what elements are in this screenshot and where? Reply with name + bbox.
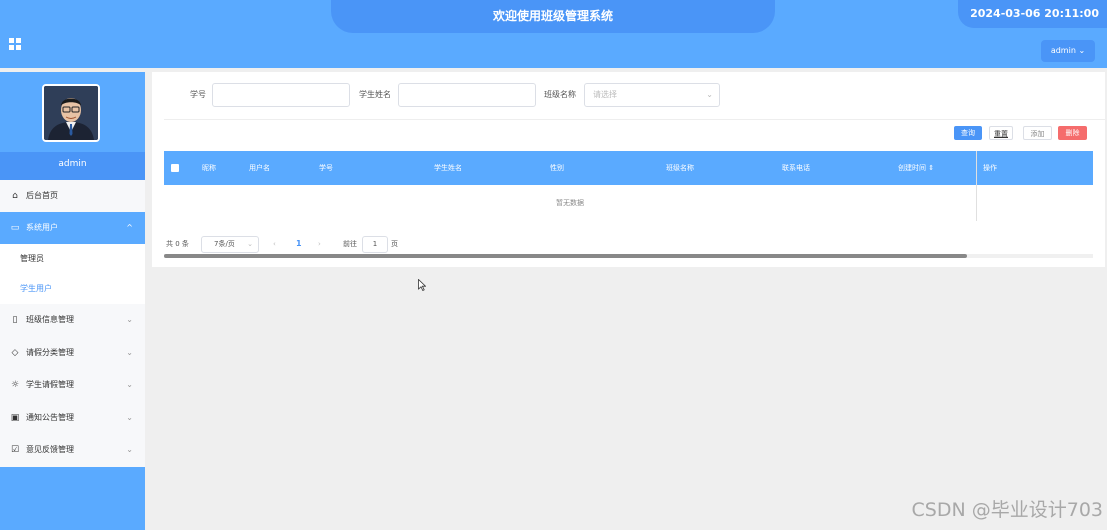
pagination: 共 0 条 7条/页 ⌄ ‹ 1 › 前往 1 页 bbox=[166, 234, 566, 254]
sidebar-item-label: 后台首页 bbox=[26, 191, 58, 200]
sidebar: admin ⌂ 后台首页 ▭ 系统用户 ^ 管理员 学生用户 ▯ 班级信息管理 … bbox=[0, 72, 145, 530]
sidebar-item-leave-category[interactable]: ◇ 请假分类管理 ⌄ bbox=[0, 337, 145, 370]
column-student-name[interactable]: 学生姓名 bbox=[434, 151, 462, 185]
content-card: 学号 学生姓名 班级名称 请选择 ⌄ 查询 重置 添加 删除 昵称 用户名 学号… bbox=[152, 72, 1105, 267]
home-icon: ⌂ bbox=[12, 191, 18, 201]
chevron-down-icon: ⌄ bbox=[126, 412, 133, 422]
sidebar-username: admin bbox=[0, 152, 145, 180]
class-name-label: 班级名称 bbox=[544, 90, 576, 99]
sun-icon: ☼ bbox=[10, 380, 20, 390]
delete-button[interactable]: 删除 bbox=[1058, 126, 1087, 140]
class-select-placeholder: 请选择 bbox=[593, 90, 617, 99]
chevron-down-icon: ⌄ bbox=[126, 380, 133, 389]
student-no-label: 学号 bbox=[190, 90, 206, 99]
prev-page-icon[interactable]: ‹ bbox=[273, 234, 276, 254]
chevron-down-icon: ⌄ bbox=[1075, 46, 1086, 55]
column-created-time-label: 创建时间 bbox=[898, 164, 926, 172]
column-operation-label: 操作 bbox=[983, 164, 997, 172]
reset-button[interactable]: 重置 bbox=[989, 126, 1013, 140]
table-header: 昵称 用户名 学号 学生姓名 性别 班级名称 联系电话 创建时间 ⇕ 操作 bbox=[164, 151, 1093, 185]
sidebar-item-notices[interactable]: ▣ 通知公告管理 ⌄ bbox=[0, 402, 145, 435]
sort-icon[interactable]: ⇕ bbox=[926, 164, 934, 172]
next-page-icon[interactable]: › bbox=[318, 234, 321, 254]
chevron-down-icon: ⌄ bbox=[126, 315, 133, 324]
top-header: 欢迎使用班级管理系统 2024-03-06 20:11:00 admin ⌄ bbox=[0, 0, 1107, 68]
tag-icon: ◇ bbox=[11, 347, 19, 358]
page-size-select[interactable]: 7条/页 ⌄ bbox=[201, 236, 259, 253]
student-name-label: 学生姓名 bbox=[359, 90, 391, 99]
goto-page-input[interactable]: 1 bbox=[362, 236, 388, 253]
column-created-time[interactable]: 创建时间 ⇕ bbox=[898, 151, 934, 185]
add-button[interactable]: 添加 bbox=[1023, 126, 1052, 140]
chevron-down-icon: ⌄ bbox=[126, 445, 133, 454]
empty-state-text: 暂无数据 bbox=[556, 199, 584, 207]
chevron-up-icon: ^ bbox=[126, 223, 133, 232]
mouse-cursor-icon bbox=[418, 279, 426, 291]
monitor-icon: ▭ bbox=[10, 223, 20, 233]
horizontal-scrollbar[interactable] bbox=[164, 254, 967, 258]
sidebar-menu: ⌂ 后台首页 ▭ 系统用户 ^ 管理员 学生用户 ▯ 班级信息管理 ⌄ ◇ 请假… bbox=[0, 180, 145, 467]
select-all-checkbox[interactable] bbox=[171, 164, 179, 172]
column-gender[interactable]: 性别 bbox=[550, 151, 564, 185]
sidebar-subitem-students[interactable]: 学生用户 bbox=[0, 274, 145, 304]
sidebar-item-class-info[interactable]: ▯ 班级信息管理 ⌄ bbox=[0, 304, 145, 337]
sidebar-item-label: 系统用户 bbox=[26, 223, 58, 232]
sidebar-item-label: 学生请假管理 bbox=[26, 380, 74, 389]
column-student-no[interactable]: 学号 bbox=[319, 151, 333, 185]
datetime-display: 2024-03-06 20:11:00 bbox=[958, 0, 1107, 28]
column-username[interactable]: 用户名 bbox=[249, 151, 270, 185]
page-title: 欢迎使用班级管理系统 bbox=[331, 0, 775, 33]
chevron-down-icon: ⌄ bbox=[706, 90, 713, 99]
chevron-down-icon: ⌄ bbox=[126, 347, 133, 357]
goto-label: 前往 bbox=[343, 240, 357, 248]
column-class-name[interactable]: 班级名称 bbox=[666, 151, 694, 185]
divider bbox=[164, 119, 1105, 120]
bookmark-icon: ▯ bbox=[12, 315, 18, 325]
query-button[interactable]: 查询 bbox=[954, 126, 982, 140]
grid-icon[interactable] bbox=[9, 38, 21, 50]
sidebar-item-system-users[interactable]: ▭ 系统用户 ^ bbox=[0, 212, 145, 244]
sidebar-subitem-admins[interactable]: 管理员 bbox=[0, 244, 145, 274]
sidebar-item-label: 请假分类管理 bbox=[26, 347, 74, 357]
student-no-input[interactable] bbox=[212, 83, 350, 107]
sidebar-item-feedback[interactable]: ☑ 意见反馈管理 ⌄ bbox=[0, 434, 145, 467]
watermark: CSDN @毕业设计703 bbox=[911, 499, 1103, 521]
avatar bbox=[42, 84, 100, 142]
table-body: 暂无数据 bbox=[164, 185, 1093, 258]
sidebar-item-student-leave[interactable]: ☼ 学生请假管理 ⌄ bbox=[0, 369, 145, 402]
column-nickname[interactable]: 昵称 bbox=[202, 151, 216, 185]
sidebar-item-label: 意见反馈管理 bbox=[26, 445, 74, 454]
data-table: 昵称 用户名 学号 学生姓名 性别 班级名称 联系电话 创建时间 ⇕ 操作 暂无… bbox=[164, 151, 1093, 258]
sidebar-item-label: 通知公告管理 bbox=[26, 412, 74, 422]
clipboard-icon: ☑ bbox=[10, 445, 20, 455]
chevron-down-icon: ⌄ bbox=[247, 240, 253, 248]
page-number-current[interactable]: 1 bbox=[296, 234, 302, 254]
search-form: 学号 学生姓名 班级名称 请选择 ⌄ bbox=[152, 82, 1105, 108]
page-size-value: 7条/页 bbox=[214, 240, 235, 248]
pagination-total: 共 0 条 bbox=[166, 240, 189, 248]
sidebar-item-label: 班级信息管理 bbox=[26, 315, 74, 324]
inbox-icon: ▣ bbox=[10, 412, 20, 423]
user-dropdown-button[interactable]: admin ⌄ bbox=[1041, 40, 1095, 62]
student-name-input[interactable] bbox=[398, 83, 536, 107]
user-dropdown-label: admin bbox=[1050, 46, 1076, 55]
sidebar-item-home[interactable]: ⌂ 后台首页 bbox=[0, 180, 145, 212]
goto-page-suffix: 页 bbox=[391, 240, 398, 248]
operation-cell bbox=[976, 185, 1093, 221]
class-select[interactable]: 请选择 ⌄ bbox=[584, 83, 720, 107]
column-operation: 操作 bbox=[976, 151, 1093, 185]
column-phone[interactable]: 联系电话 bbox=[782, 151, 810, 185]
